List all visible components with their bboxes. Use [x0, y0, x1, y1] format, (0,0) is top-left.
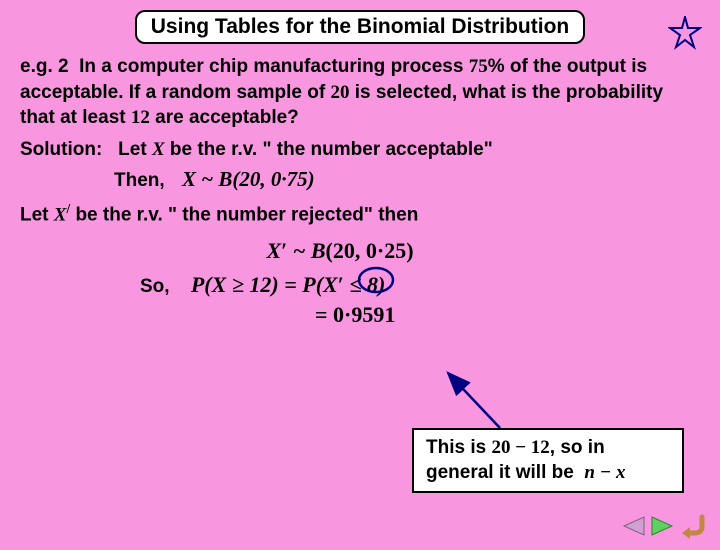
- problem-text: e.g. 2 In a computer chip manufacturing …: [0, 44, 720, 131]
- return-button[interactable]: [680, 513, 710, 544]
- nav-controls: [620, 513, 710, 544]
- pct-value: 75: [469, 56, 488, 77]
- n-value: 20: [330, 82, 349, 103]
- callout-expr1: 20 − 12: [491, 437, 549, 458]
- star-icon: [668, 16, 702, 55]
- then-line: Then, X ~ B(20, 0·75): [94, 167, 720, 192]
- so-label: So,: [140, 276, 170, 297]
- example-label: e.g. 2: [20, 56, 69, 77]
- dist1-formula: X ~ B(20, 0·75): [182, 167, 315, 191]
- let-xprime-line: Let X/ be the r.v. " the number rejected…: [0, 192, 720, 229]
- prev-button[interactable]: [620, 515, 646, 542]
- result-line: = 0·9591: [295, 298, 720, 328]
- callout-text1: This is: [426, 437, 491, 458]
- let-text2: be the r.v. " the number acceptable": [165, 139, 493, 160]
- dist2-formula: X′ ~ B(20, 0·25): [0, 238, 720, 264]
- solution-label: Solution:: [20, 139, 102, 160]
- Xp-var: X: [54, 204, 67, 225]
- next-button[interactable]: [650, 515, 676, 542]
- so-line: So, P(X ≥ 12) = P(X′ ≤ 8): [120, 264, 720, 298]
- problem-part1: In a computer chip manufacturing process: [79, 56, 469, 77]
- callout-box: This is 20 − 12, so in general it will b…: [412, 428, 684, 493]
- prob-formula: P(X ≥ 12) = P(X′ ≤ 8): [191, 272, 385, 297]
- let-xp-text: Let: [20, 204, 54, 225]
- then-label: Then,: [114, 170, 165, 191]
- problem-part1d: are acceptable?: [150, 107, 299, 128]
- let-xp-text2: be the r.v. " the number rejected" then: [70, 204, 418, 225]
- page-title: Using Tables for the Binomial Distributi…: [135, 10, 585, 44]
- callout-expr2: n − x: [584, 462, 625, 483]
- let-text: Let: [118, 139, 152, 160]
- X-var: X: [152, 139, 165, 160]
- k-value: 12: [131, 107, 150, 128]
- solution-line: Solution: Let X be the r.v. " the number…: [0, 131, 720, 163]
